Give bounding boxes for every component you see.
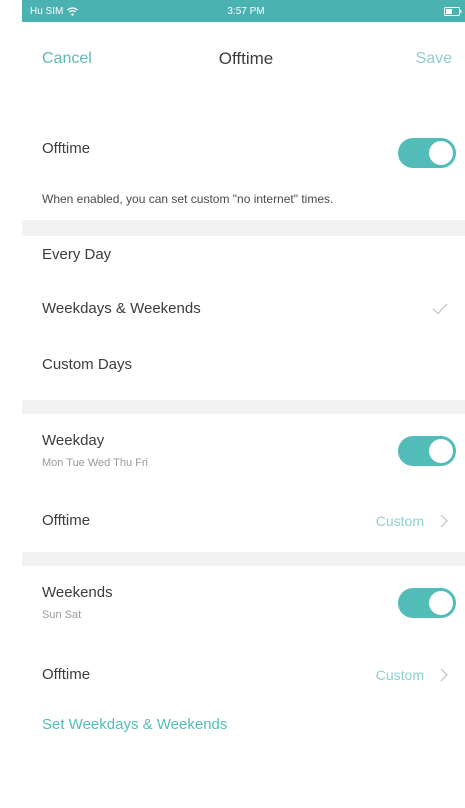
offtime-label: Offtime [42, 140, 91, 157]
offtime-enable-cell: Offtime When enabled, you can set custom… [22, 96, 465, 211]
offtime-description: When enabled, you can set custom "no int… [42, 192, 334, 206]
set-weekdays-weekends-link[interactable]: Set Weekdays & Weekends [42, 716, 227, 733]
weekend-offtime-row[interactable]: Offtime Custom [22, 654, 465, 698]
section-divider [22, 400, 465, 414]
offtime-toggle[interactable] [398, 138, 456, 168]
section-divider [22, 552, 465, 566]
weekend-label: Weekends [42, 584, 113, 601]
cancel-button[interactable]: Cancel [42, 50, 92, 68]
option-label: Weekdays & Weekends [42, 300, 201, 317]
weekday-cell: Weekday Mon Tue Wed Thu Fri [22, 414, 465, 492]
status-bar: Hu SIM 3:57 PM [22, 0, 465, 22]
weekday-days: Mon Tue Wed Thu Fri [42, 457, 148, 469]
app-screen: Hu SIM 3:57 PM Cancel Offtime Save Offti… [22, 0, 465, 808]
chevron-right-icon [440, 514, 448, 528]
option-every-day[interactable]: Every Day [22, 236, 465, 276]
weekend-cell: Weekends Sun Sat [22, 566, 465, 646]
chevron-right-icon [440, 668, 448, 682]
toggle-knob [429, 141, 453, 165]
toggle-knob [429, 591, 453, 615]
checkmark-icon [432, 303, 448, 315]
option-custom-days[interactable]: Custom Days [22, 346, 465, 386]
weekday-toggle[interactable] [398, 436, 456, 466]
weekend-toggle[interactable] [398, 588, 456, 618]
status-right [444, 6, 462, 16]
weekday-offtime-label: Offtime [42, 512, 91, 529]
battery-icon [444, 6, 462, 16]
status-time: 3:57 PM [227, 5, 265, 17]
weekday-offtime-value: Custom [375, 513, 424, 529]
weekend-days: Sun Sat [42, 609, 82, 621]
weekday-label: Weekday [42, 432, 105, 449]
save-button[interactable]: Save [416, 50, 452, 68]
option-label: Custom Days [42, 356, 133, 373]
weekday-offtime-row[interactable]: Offtime Custom [22, 500, 465, 544]
toggle-knob [429, 439, 453, 463]
navigation-bar: Cancel Offtime Save [22, 22, 465, 96]
section-divider [22, 220, 465, 236]
option-label: Every Day [42, 246, 112, 263]
set-weekdays-weekends-row: Set Weekdays & Weekends [22, 706, 465, 746]
option-weekdays-weekends[interactable]: Weekdays & Weekends [22, 290, 465, 330]
weekend-offtime-label: Offtime [42, 666, 91, 683]
weekend-offtime-value: Custom [375, 667, 424, 683]
